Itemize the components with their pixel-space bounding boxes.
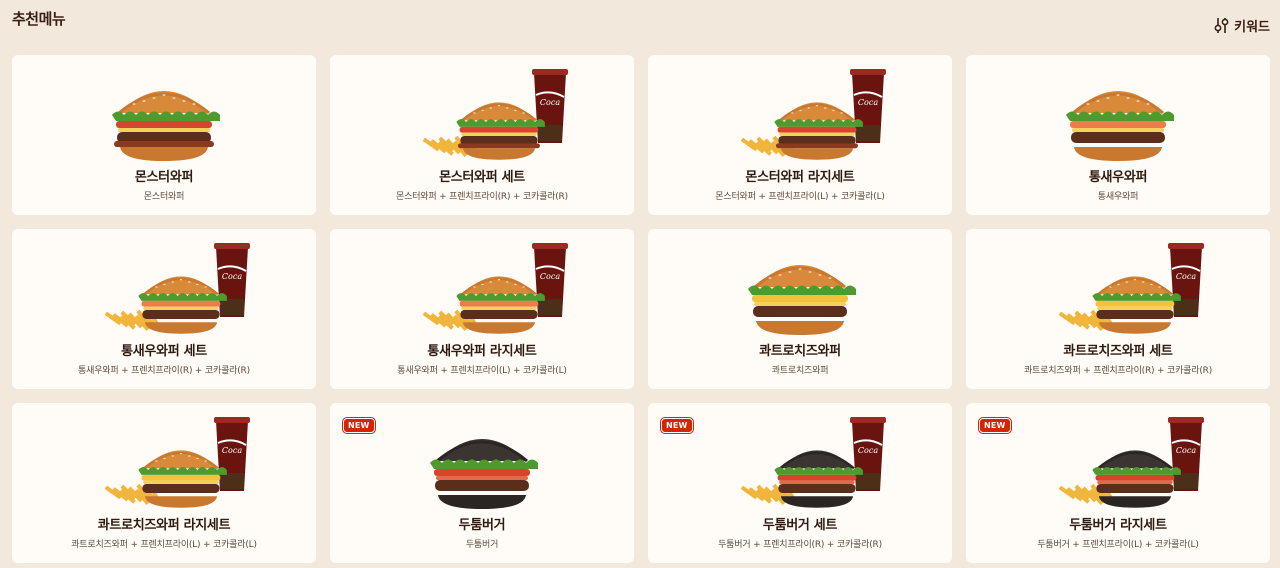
new-badge: NEW xyxy=(343,418,375,433)
menu-item-image: Coca xyxy=(330,229,634,339)
menu-card[interactable]: 콰트로치즈와퍼 콰트로치즈와퍼 xyxy=(648,229,952,389)
svg-text:Coca: Coca xyxy=(540,272,560,281)
menu-item-picture: Coca xyxy=(1058,243,1204,334)
menu-item-description: 콰트로치즈와퍼 xyxy=(771,366,829,376)
menu-grid: 몬스터와퍼 몬스터와퍼 Coca 몬스터와퍼 세트 몬스터와퍼 + 프렌치프라이(R) … xyxy=(12,55,1270,563)
new-badge: NEW xyxy=(661,418,693,433)
menu-item-image: Coca xyxy=(648,403,952,513)
menu-item-description: 몬스터와퍼 + 프렌치프라이(R) + 코카콜라(R) xyxy=(396,192,568,202)
menu-item-description: 콰트로치즈와퍼 + 프렌치프라이(R) + 코카콜라(R) xyxy=(1023,366,1213,376)
menu-item-description: 통새우와퍼 + 프렌치프라이(L) + 코카콜라(L) xyxy=(397,366,567,376)
menu-item-description: 몬스터와퍼 + 프렌치프라이(L) + 코카콜라(L) xyxy=(715,192,885,202)
keyword-button-label: 키워드 xyxy=(1234,19,1270,35)
menu-item-description: 두툼버거 + 프렌치프라이(R) + 코카콜라(R) xyxy=(718,540,882,550)
menu-item-description: 통새우와퍼 xyxy=(1097,192,1139,202)
menu-card[interactable]: Coca 콰트로치즈와퍼 라지세트콰트로치즈와퍼 + 프렌치프라이(L) + 코카… xyxy=(12,403,316,563)
menu-item-name: 통새우와퍼 라지세트 xyxy=(427,344,537,359)
menu-item-name: 몬스터와퍼 라지세트 xyxy=(745,170,855,185)
menu-item-name: 두툼버거 세트 xyxy=(762,518,838,533)
menu-item-description: 통새우와퍼 + 프렌치프라이(R) + 코카콜라(R) xyxy=(78,366,250,376)
menu-item-image: Coca xyxy=(330,55,634,165)
svg-text:Coca: Coca xyxy=(222,272,242,281)
menu-item-picture: Coca xyxy=(422,243,568,334)
menu-item-name: 통새우와퍼 xyxy=(1088,170,1148,185)
menu-card[interactable]: NEW Coca 두툼버거 라지세트두툼버거 + 프렌치프라이(L) + 코카콜라(… xyxy=(966,403,1270,563)
svg-text:Coca: Coca xyxy=(540,98,560,107)
menu-card[interactable]: NEW 두툼버거 두툼버거 xyxy=(330,403,634,563)
menu-item-image: Coca xyxy=(966,229,1270,339)
menu-item-picture: Coca xyxy=(422,69,568,160)
menu-card[interactable]: 몬스터와퍼 몬스터와퍼 xyxy=(12,55,316,215)
menu-item-picture: Coca xyxy=(104,243,250,334)
section-header: 추천메뉴 키워드 xyxy=(12,6,1270,35)
svg-text:Coca: Coca xyxy=(858,98,878,107)
menu-item-name: 몬스터와퍼 세트 xyxy=(439,170,525,185)
svg-text:Coca: Coca xyxy=(222,446,242,455)
menu-item-description: 콰트로치즈와퍼 + 프렌치프라이(L) + 코카콜라(L) xyxy=(71,540,257,550)
menu-card[interactable]: Coca 콰트로치즈와퍼 세트콰트로치즈와퍼 + 프렌치프라이(R) + 코카콜라… xyxy=(966,229,1270,389)
menu-item-name: 콰트로치즈와퍼 xyxy=(759,344,841,359)
menu-card[interactable]: Coca 통새우와퍼 세트통새우와퍼 + 프렌치프라이(R) + 코카콜라(R) xyxy=(12,229,316,389)
recommended-menu-page: 추천메뉴 키워드 몬스터와퍼 몬스터와퍼 Coca 몬스터와퍼 세트 몬스터와퍼 + 프… xyxy=(0,0,1280,568)
menu-item-picture xyxy=(430,439,538,509)
menu-card[interactable]: NEW Coca 두툼버거 세트두툼버거 + 프렌치프라이(R) + 코카콜라(R) xyxy=(648,403,952,563)
menu-item-picture xyxy=(112,91,220,161)
svg-text:Coca: Coca xyxy=(1176,272,1196,281)
menu-item-description: 두툼버거 xyxy=(465,540,499,550)
menu-item-picture: Coca xyxy=(740,69,886,160)
keyword-filter-button[interactable]: 키워드 xyxy=(1214,2,1270,35)
menu-item-picture: Coca xyxy=(104,417,250,508)
menu-item-name: 콰트로치즈와퍼 라지세트 xyxy=(97,518,231,533)
menu-item-picture xyxy=(748,265,856,335)
menu-item-picture: Coca xyxy=(740,417,886,508)
menu-item-name: 몬스터와퍼 xyxy=(134,170,194,185)
menu-card[interactable]: 통새우와퍼 통새우와퍼 xyxy=(966,55,1270,215)
sliders-icon xyxy=(1214,17,1229,33)
menu-item-image xyxy=(12,55,316,165)
menu-item-name: 두툼버거 라지세트 xyxy=(1069,518,1167,533)
new-badge: NEW xyxy=(979,418,1011,433)
menu-item-picture: Coca xyxy=(1058,417,1204,508)
menu-item-description: 몬스터와퍼 xyxy=(143,192,185,202)
menu-item-image: Coca xyxy=(648,55,952,165)
menu-item-image: Coca xyxy=(12,403,316,513)
menu-item-name: 콰트로치즈와퍼 세트 xyxy=(1063,344,1173,359)
menu-item-description: 두툼버거 + 프렌치프라이(L) + 코카콜라(L) xyxy=(1037,540,1199,550)
menu-item-image: Coca xyxy=(12,229,316,339)
svg-text:Coca: Coca xyxy=(858,446,878,455)
menu-card[interactable]: Coca 몬스터와퍼 세트몬스터와퍼 + 프렌치프라이(R) + 코카콜라(R) xyxy=(330,55,634,215)
menu-item-name: 통새우와퍼 세트 xyxy=(121,344,207,359)
menu-item-image xyxy=(330,403,634,513)
menu-card[interactable]: Coca 몬스터와퍼 라지세트몬스터와퍼 + 프렌치프라이(L) + 코카콜라(L… xyxy=(648,55,952,215)
menu-card[interactable]: Coca 통새우와퍼 라지세트통새우와퍼 + 프렌치프라이(L) + 코카콜라(L… xyxy=(330,229,634,389)
menu-item-name: 두툼버거 xyxy=(458,518,506,533)
menu-item-image xyxy=(966,55,1270,165)
menu-item-picture xyxy=(1066,91,1174,161)
section-title: 추천메뉴 xyxy=(12,9,66,28)
svg-text:Coca: Coca xyxy=(1176,446,1196,455)
menu-item-image: Coca xyxy=(966,403,1270,513)
menu-item-image xyxy=(648,229,952,339)
